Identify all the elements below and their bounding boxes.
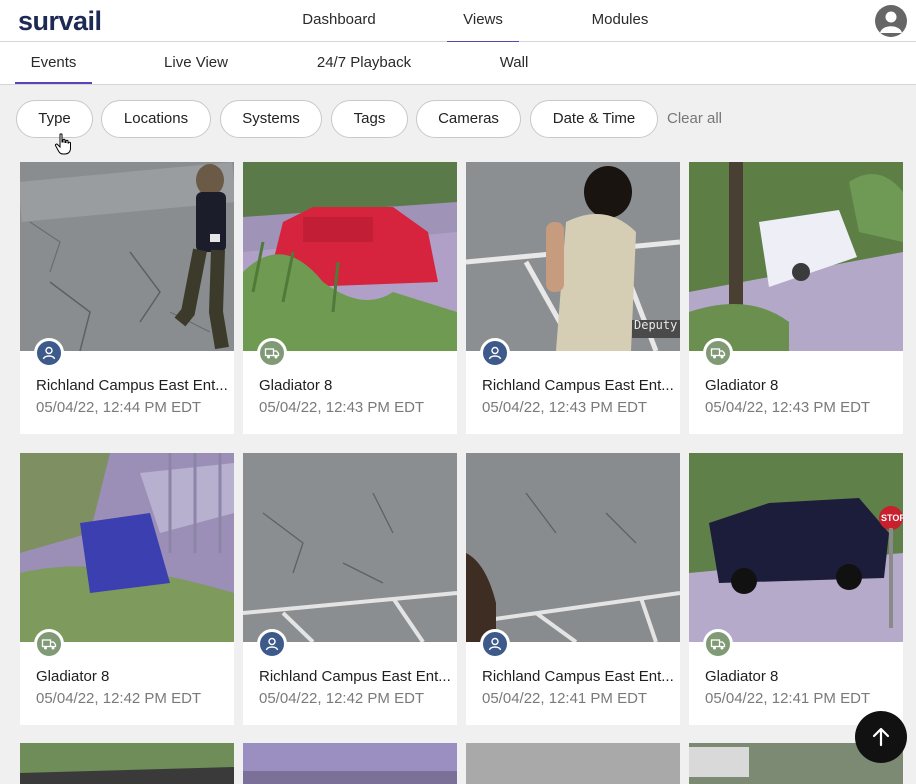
camera-name: Richland Campus East Ent... bbox=[259, 668, 451, 685]
event-thumbnail[interactable] bbox=[20, 453, 234, 642]
truck-icon bbox=[710, 639, 726, 650]
camera-name: Gladiator 8 bbox=[705, 377, 779, 394]
user-icon bbox=[880, 11, 902, 33]
event-time: 05/04/22, 12:43 PM EDT bbox=[705, 399, 871, 416]
event-card[interactable]: Gladiator 8 05/04/22, 12:42 PM EDT bbox=[20, 453, 234, 725]
event-time: 05/04/22, 12:42 PM EDT bbox=[36, 690, 202, 707]
event-thumbnail[interactable]: STOP bbox=[689, 453, 903, 642]
person-event-badge bbox=[34, 338, 64, 368]
filter-cameras[interactable]: Cameras bbox=[416, 100, 521, 138]
event-thumbnail[interactable] bbox=[466, 743, 680, 784]
event-time: 05/04/22, 12:42 PM EDT bbox=[259, 690, 425, 707]
tab-live-view[interactable]: Live View bbox=[156, 42, 236, 84]
app-logo[interactable]: survail bbox=[18, 6, 102, 37]
truck-icon bbox=[264, 348, 280, 359]
person-event-badge bbox=[480, 629, 510, 659]
filter-systems[interactable]: Systems bbox=[220, 100, 322, 138]
event-time: 05/04/22, 12:43 PM EDT bbox=[482, 399, 648, 416]
hand-cursor-icon bbox=[54, 133, 71, 155]
vehicle-event-badge bbox=[34, 629, 64, 659]
filter-date-time[interactable]: Date & Time bbox=[530, 100, 658, 138]
event-card[interactable]: Gladiator 8 05/04/22, 12:43 PM EDT bbox=[689, 162, 903, 434]
filter-locations[interactable]: Locations bbox=[101, 100, 211, 138]
vehicle-event-badge bbox=[257, 338, 287, 368]
event-thumbnail[interactable] bbox=[689, 162, 903, 351]
event-card[interactable]: Deputy Richland Campus East Ent... 05/04… bbox=[466, 162, 680, 434]
event-thumbnail[interactable] bbox=[243, 453, 457, 642]
clear-all-link[interactable]: Clear all bbox=[667, 100, 722, 138]
event-time: 05/04/22, 12:41 PM EDT bbox=[705, 690, 871, 707]
event-time: 05/04/22, 12:44 PM EDT bbox=[36, 399, 202, 416]
camera-overlay-text: Deputy bbox=[634, 318, 678, 332]
person-event-badge bbox=[480, 338, 510, 368]
event-thumbnail[interactable] bbox=[20, 743, 234, 784]
event-thumbnail[interactable] bbox=[243, 162, 457, 351]
person-event-badge bbox=[257, 629, 287, 659]
camera-name: Richland Campus East Ent... bbox=[482, 668, 674, 685]
user-avatar[interactable] bbox=[875, 5, 907, 37]
person-icon bbox=[42, 346, 56, 360]
event-card[interactable]: Richland Campus East Ent... 05/04/22, 12… bbox=[20, 162, 234, 434]
vehicle-event-badge bbox=[703, 338, 733, 368]
nav-views[interactable]: Views bbox=[447, 0, 519, 43]
sub-tabs: Events Live View 24/7 Playback Wall bbox=[0, 42, 916, 85]
event-thumbnail[interactable] bbox=[20, 162, 234, 351]
filter-tags[interactable]: Tags bbox=[331, 100, 408, 138]
tab-playback[interactable]: 24/7 Playback bbox=[308, 42, 420, 84]
camera-name: Gladiator 8 bbox=[36, 668, 110, 685]
camera-name: Richland Campus East Ent... bbox=[482, 377, 674, 394]
truck-icon bbox=[41, 639, 57, 650]
event-thumbnail[interactable] bbox=[466, 453, 680, 642]
person-icon bbox=[488, 346, 502, 360]
stop-sign-text: STOP bbox=[881, 513, 903, 523]
event-card[interactable]: Gladiator 8 05/04/22, 12:43 PM EDT bbox=[243, 162, 457, 434]
camera-name: Gladiator 8 bbox=[259, 377, 333, 394]
event-time: 05/04/22, 12:43 PM EDT bbox=[259, 399, 425, 416]
tab-events[interactable]: Events bbox=[15, 42, 92, 84]
event-card[interactable]: STOP Gladiator 8 05/04/22, 12:41 PM EDT bbox=[689, 453, 903, 725]
vehicle-event-badge bbox=[703, 629, 733, 659]
scroll-to-top-button[interactable] bbox=[855, 711, 907, 763]
event-thumbnail[interactable] bbox=[243, 743, 457, 784]
event-card[interactable]: Richland Campus East Ent... 05/04/22, 12… bbox=[243, 453, 457, 725]
camera-name: Richland Campus East Ent... bbox=[36, 377, 228, 394]
arrow-up-icon bbox=[872, 727, 890, 747]
event-card[interactable]: Richland Campus East Ent... 05/04/22, 12… bbox=[466, 453, 680, 725]
camera-name: Gladiator 8 bbox=[705, 668, 779, 685]
tab-wall[interactable]: Wall bbox=[490, 42, 538, 84]
nav-dashboard[interactable]: Dashboard bbox=[292, 0, 386, 42]
nav-modules[interactable]: Modules bbox=[582, 0, 658, 42]
person-icon bbox=[488, 637, 502, 651]
event-time: 05/04/22, 12:41 PM EDT bbox=[482, 690, 648, 707]
event-thumbnail[interactable]: Deputy bbox=[466, 162, 680, 351]
person-icon bbox=[265, 637, 279, 651]
top-bar: survail Dashboard Views Modules bbox=[0, 0, 916, 43]
truck-icon bbox=[710, 348, 726, 359]
